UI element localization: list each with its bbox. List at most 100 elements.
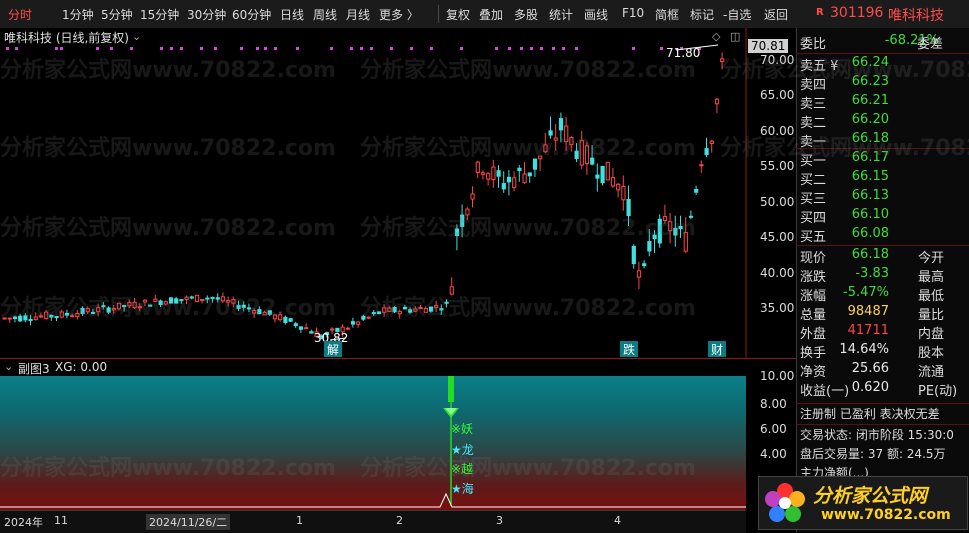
bid-row[interactable]: 买三 66.13 <box>800 188 969 207</box>
period-15min[interactable]: 15分钟 <box>140 6 179 23</box>
quote-row: 收益(一) 0.620 PE(动) <box>800 380 969 399</box>
ask-row[interactable]: 卖五 ¥ 66.24 <box>800 55 969 74</box>
candle-body <box>387 307 392 312</box>
tool-f10[interactable]: F10 <box>622 6 644 20</box>
signal-dot <box>55 47 58 50</box>
signal-label: ※妖 <box>451 422 474 436</box>
quote-row: 涨跌 -3.83 最高 <box>800 266 969 285</box>
bid-row[interactable]: 买二 66.15 <box>800 169 969 188</box>
webi-row: 委比 -68.21% 委差 <box>800 33 969 52</box>
y-tick: 65.00 <box>760 88 795 102</box>
bid-label: 买二 <box>800 173 827 188</box>
candle-body <box>553 137 558 141</box>
chevron-down-icon[interactable]: ⌄ <box>132 30 141 43</box>
y-tick: 40.00 <box>760 266 795 280</box>
tool-draw[interactable]: 画线 <box>584 6 608 23</box>
candle-body <box>720 58 725 63</box>
quote-value: 98487 <box>847 304 889 319</box>
panel-toggle-icon[interactable]: ◫ <box>730 30 740 43</box>
candle-body <box>642 263 647 267</box>
candlestick-chart[interactable] <box>0 28 796 358</box>
bid-row[interactable]: 买一 66.17 <box>800 150 969 169</box>
candle-body <box>636 270 642 278</box>
signal-dot <box>15 47 18 50</box>
candle-body <box>122 304 127 308</box>
quote-label-secondary: 量比 <box>918 308 945 323</box>
event-marker-unlock[interactable]: 解 <box>324 341 342 357</box>
bid-label: 买一 <box>800 154 827 169</box>
signal-dot <box>530 47 533 50</box>
candle-body <box>600 165 605 184</box>
candle-body <box>278 314 283 321</box>
signal-dot <box>350 47 353 50</box>
candle-body <box>252 309 257 314</box>
current-price-tag: 70.81 <box>748 39 789 53</box>
candle-body <box>210 296 215 299</box>
candle-body <box>309 331 314 334</box>
registration-badge: R <box>816 7 824 18</box>
tool-back[interactable]: 返回 <box>764 6 788 23</box>
signal-dot <box>170 47 173 50</box>
ask-row[interactable]: 卖三 66.21 <box>800 93 969 112</box>
logo-url: www.70822.com <box>821 507 951 523</box>
candle-body <box>668 221 673 232</box>
signal-dot <box>214 47 217 50</box>
bid-row[interactable]: 买五 66.08 <box>800 226 969 245</box>
period-1min[interactable]: 1分钟 <box>62 6 94 23</box>
period-more[interactable]: 更多 〉 <box>379 6 419 23</box>
period-weekly[interactable]: 周线 <box>313 6 337 23</box>
candle-body <box>200 299 205 302</box>
tool-multistock[interactable]: 多股 <box>514 6 538 23</box>
candle-body <box>288 318 293 322</box>
tool-remove-watchlist[interactable]: -自选 <box>723 6 751 23</box>
candle-body <box>506 176 512 183</box>
period-60min[interactable]: 60分钟 <box>232 6 271 23</box>
candle-body <box>595 174 600 179</box>
period-intraday[interactable]: 分时 <box>8 6 32 23</box>
signal-dot <box>575 47 578 50</box>
ask-price: 66.21 <box>851 93 889 108</box>
tool-adjust[interactable]: 复权 <box>446 6 470 23</box>
period-monthly[interactable]: 月线 <box>346 6 370 23</box>
flower-logo-icon <box>765 483 805 522</box>
signal-dot <box>552 47 555 50</box>
divider <box>438 5 439 23</box>
candle-body <box>361 315 366 320</box>
period-daily[interactable]: 日线 <box>280 6 304 23</box>
tool-stats[interactable]: 统计 <box>549 6 573 23</box>
sub-indicator-chart[interactable] <box>0 376 746 510</box>
ask-row[interactable]: 卖二 66.20 <box>800 112 969 131</box>
candle-body <box>350 321 356 325</box>
quote-label: 涨跌 <box>800 270 827 285</box>
candle-body <box>688 215 694 218</box>
chevron-down-icon[interactable]: ⌄ <box>4 360 13 373</box>
candle-body <box>85 308 90 313</box>
ask-row[interactable]: 卖四 66.23 <box>800 74 969 93</box>
candle-body <box>132 301 137 309</box>
candle-body <box>283 316 288 324</box>
tool-simple-frame[interactable]: 简框 <box>655 6 679 23</box>
candle-body <box>652 234 657 240</box>
period-30min[interactable]: 30分钟 <box>187 6 226 23</box>
candle-body <box>434 305 439 309</box>
quote-label: 换手 <box>800 346 827 361</box>
tool-mark[interactable]: 标记 <box>690 6 714 23</box>
period-5min[interactable]: 5分钟 <box>101 6 133 23</box>
event-marker-drop[interactable]: 跌 <box>620 341 638 357</box>
candle-body <box>470 193 475 200</box>
event-marker-finance[interactable]: 财 <box>708 341 726 357</box>
candle-body <box>90 311 96 314</box>
candle-body <box>28 318 33 321</box>
tool-overlay[interactable]: 叠加 <box>479 6 503 23</box>
candle-body <box>241 304 246 308</box>
candle-body <box>33 316 38 321</box>
candle-body <box>7 317 12 320</box>
quote-label-secondary: 今开 <box>918 251 945 266</box>
candle-body <box>345 327 350 330</box>
bid-row[interactable]: 买四 66.10 <box>800 207 969 226</box>
quote-label-secondary: 股本 <box>918 346 945 361</box>
candle-body <box>80 307 85 314</box>
quote-row: 涨幅 -5.47% 最低 <box>800 285 969 304</box>
quote-label: 外盘 <box>800 327 827 342</box>
signal-label: ★海 <box>451 482 474 496</box>
